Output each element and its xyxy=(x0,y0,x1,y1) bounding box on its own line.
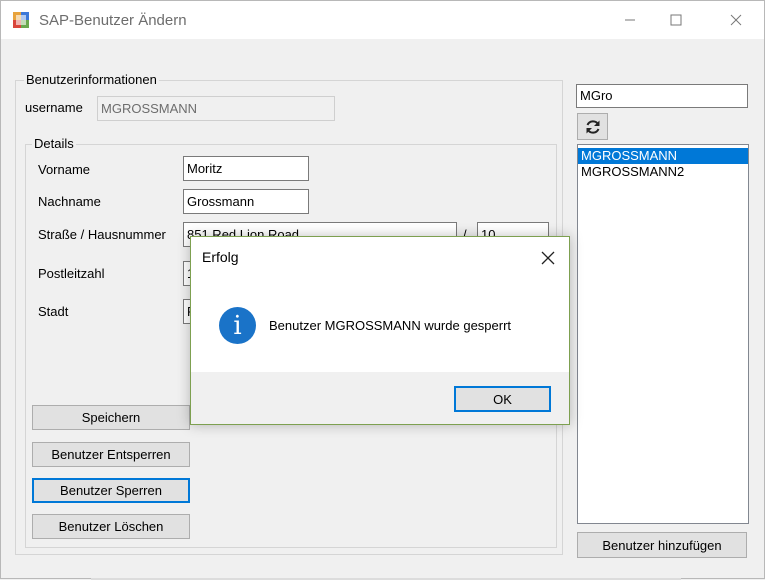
close-icon xyxy=(730,14,742,26)
unlock-user-button[interactable]: Benutzer Entsperren xyxy=(32,442,190,467)
success-dialog: Erfolg i Benutzer MGROSSMANN wurde gespe… xyxy=(190,236,570,425)
minimize-icon xyxy=(625,19,635,21)
close-icon xyxy=(541,251,555,265)
username-label: username xyxy=(25,100,83,115)
username-field: MGROSSMANN xyxy=(97,96,335,121)
dialog-close-button[interactable] xyxy=(537,247,559,269)
strasse-label: Straße / Hausnummer xyxy=(38,227,166,242)
close-button[interactable] xyxy=(713,1,759,39)
vorname-field[interactable]: Moritz xyxy=(183,156,309,181)
app-icon xyxy=(13,12,29,28)
list-item[interactable]: MGROSSMANN xyxy=(578,148,748,164)
user-list[interactable]: MGROSSMANN MGROSSMANN2 xyxy=(577,144,749,524)
dialog-title: Erfolg xyxy=(202,249,239,265)
ok-button[interactable]: OK xyxy=(454,386,551,412)
nachname-label: Nachname xyxy=(38,194,101,209)
add-user-button[interactable]: Benutzer hinzufügen xyxy=(577,532,747,558)
refresh-button[interactable] xyxy=(577,113,608,140)
delete-user-button[interactable]: Benutzer Löschen xyxy=(32,514,190,539)
userinfo-group-title: Benutzerinformationen xyxy=(24,72,159,87)
save-button[interactable]: Speichern xyxy=(32,405,190,430)
info-icon: i xyxy=(219,307,256,344)
refresh-icon xyxy=(586,119,599,134)
dialog-message: Benutzer MGROSSMANN wurde gesperrt xyxy=(269,318,512,333)
dialog-footer: OK xyxy=(191,372,569,424)
list-item[interactable]: MGROSSMANN2 xyxy=(578,164,748,180)
details-group-title: Details xyxy=(32,136,76,151)
plz-label: Postleitzahl xyxy=(38,266,105,281)
minimize-button[interactable] xyxy=(607,1,653,39)
nachname-field[interactable]: Grossmann xyxy=(183,189,309,214)
lock-user-button[interactable]: Benutzer Sperren xyxy=(32,478,190,503)
window-title: SAP-Benutzer Ändern xyxy=(39,12,187,29)
user-search-input[interactable]: MGro xyxy=(576,84,748,108)
maximize-icon xyxy=(670,14,682,26)
maximize-button[interactable] xyxy=(653,1,699,39)
vorname-label: Vorname xyxy=(38,162,91,177)
title-bar: SAP-Benutzer Ändern xyxy=(1,1,764,39)
stadt-label: Stadt xyxy=(38,304,69,319)
